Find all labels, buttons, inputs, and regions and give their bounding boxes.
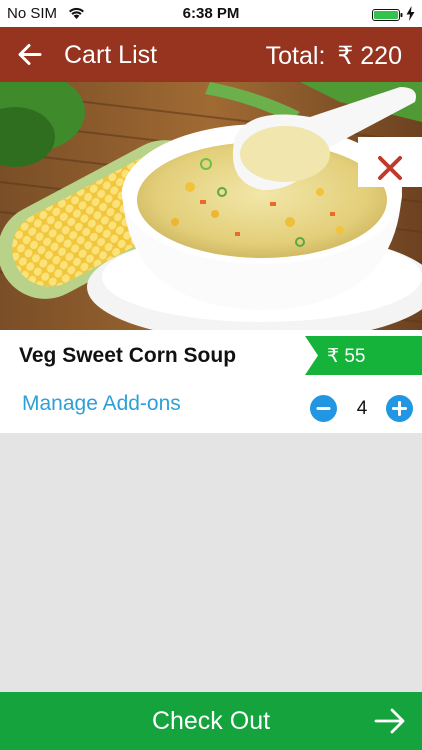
quantity-stepper: 4 (310, 395, 415, 423)
cart-total: Total: ₹ 220 (266, 41, 402, 71)
page-title: Cart List (64, 41, 158, 69)
battery-icon (372, 8, 403, 21)
arrow-left-icon[interactable] (16, 41, 43, 68)
app-header: Cart List Total: ₹ 220 (0, 27, 422, 82)
clock-time: 6:38 PM (182, 5, 240, 22)
price-badge: ₹ 55 (305, 336, 422, 375)
quantity-value: 4 (356, 398, 368, 419)
arrow-right-icon (374, 707, 406, 735)
item-image (0, 82, 422, 330)
status-bar: No SIM 6:38 PM (0, 0, 422, 27)
checkout-label: Check Out (151, 707, 271, 735)
minus-icon[interactable] (310, 395, 337, 422)
close-x-icon (378, 156, 402, 180)
plus-icon[interactable] (386, 395, 413, 422)
remove-item-button[interactable] (358, 137, 422, 187)
manage-addons-link[interactable]: Manage Add-ons (22, 392, 181, 416)
charging-bolt-icon (406, 6, 415, 21)
checkout-button[interactable]: Check Out (0, 692, 422, 750)
total-value: ₹ 220 (337, 42, 402, 70)
total-label: Total: (265, 42, 326, 70)
item-name: Veg Sweet Corn Soup (19, 344, 237, 367)
cart-item: Veg Sweet Corn Soup ₹ 55 Manage Add-ons … (0, 330, 422, 433)
item-price: ₹ 55 (327, 346, 366, 367)
